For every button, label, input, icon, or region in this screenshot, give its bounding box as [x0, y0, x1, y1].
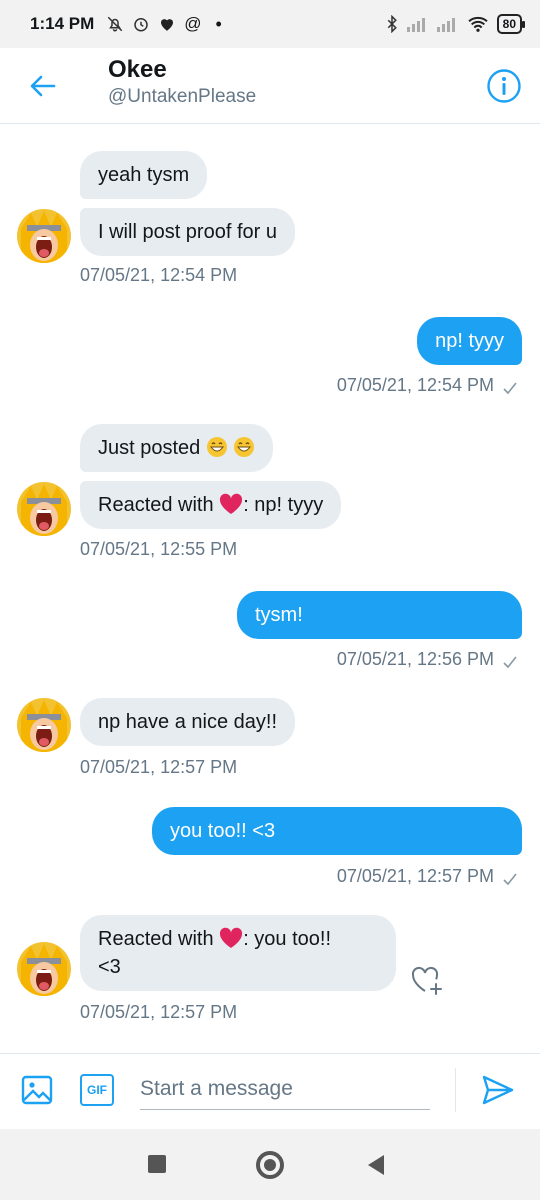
reaction-prefix: Reacted with	[98, 928, 214, 950]
grinning-emoji-icon	[206, 437, 227, 457]
message-bubble-incoming[interactable]: np have a nice day!!	[80, 698, 296, 746]
message-bubble-outgoing[interactable]: you too!! <3	[152, 807, 522, 855]
gif-button[interactable]: GIF	[80, 1074, 114, 1106]
reaction-prefix: Reacted with	[98, 494, 214, 516]
message-text: tysm!	[255, 604, 303, 626]
status-bar: 1:14 PM @ • 80	[0, 0, 540, 48]
add-reaction-icon[interactable]	[410, 963, 444, 997]
message-timestamp: 07/05/21, 12:56 PM	[336, 649, 494, 669]
message-timestamp: 07/05/21, 12:57 PM	[336, 866, 494, 886]
recents-button[interactable]	[148, 1155, 166, 1173]
reaction-bubble[interactable]: Reacted with : you too!! <3	[80, 915, 396, 991]
message-bubble-incoming[interactable]: I will post proof for u	[80, 208, 295, 256]
red-heart-icon	[220, 493, 243, 514]
mute-icon	[107, 16, 123, 32]
message-text: np! tyyy	[435, 330, 504, 352]
red-heart-icon	[220, 927, 243, 948]
message-timestamp: 07/05/21, 12:57 PM	[80, 757, 238, 777]
reaction-line2: <3	[98, 956, 121, 978]
bluetooth-icon	[387, 15, 397, 33]
grinning-emoji-icon	[234, 437, 255, 457]
message-list: yeah tysm I will post proof for u 07/05/…	[0, 125, 540, 1053]
wifi-icon	[467, 16, 488, 32]
avatar[interactable]	[17, 482, 71, 536]
avatar[interactable]	[17, 942, 71, 996]
conversation-title[interactable]: Okee	[108, 56, 167, 84]
at-icon: @	[184, 14, 202, 33]
message-bubble-incoming[interactable]: yeah tysm	[80, 151, 208, 199]
status-time: 1:14 PM	[30, 14, 95, 33]
signal-icon	[406, 18, 425, 32]
back-button[interactable]	[22, 66, 62, 106]
reaction-suffix: : you too!!	[243, 928, 332, 950]
back-arrow-icon	[30, 75, 56, 97]
battery-icon: 80	[496, 14, 526, 34]
message-bubble-incoming[interactable]: Just posted	[80, 424, 274, 472]
system-nav-bar	[0, 1129, 540, 1200]
message-text: yeah tysm	[98, 164, 190, 186]
conversation-handle[interactable]: @UntakenPlease	[108, 86, 256, 108]
signal-icon	[436, 18, 455, 32]
message-text: I will post proof for u	[98, 221, 277, 243]
alarm-icon	[134, 18, 148, 32]
info-icon[interactable]	[486, 68, 522, 104]
sent-check-icon	[503, 656, 517, 669]
message-input[interactable]	[140, 1068, 430, 1110]
conversation-header: Okee @UntakenPlease	[0, 48, 540, 124]
notification-dot: •	[215, 13, 222, 34]
message-timestamp: 07/05/21, 12:54 PM	[336, 375, 494, 395]
system-back-button[interactable]	[368, 1155, 384, 1175]
avatar[interactable]	[17, 209, 71, 263]
sent-check-icon	[503, 382, 517, 395]
message-text: np have a nice day!!	[98, 711, 278, 733]
composer-divider	[455, 1068, 456, 1112]
home-button[interactable]	[256, 1151, 284, 1179]
avatar[interactable]	[17, 698, 71, 752]
message-timestamp: 07/05/21, 12:55 PM	[80, 539, 238, 559]
reaction-suffix: : np! tyyy	[243, 494, 324, 516]
reaction-bubble[interactable]: Reacted with : np! tyyy	[80, 481, 342, 529]
sent-check-icon	[503, 873, 517, 886]
image-icon[interactable]	[20, 1073, 54, 1107]
heart-icon	[161, 19, 174, 31]
message-bubble-outgoing[interactable]: tysm!	[237, 591, 522, 639]
message-timestamp: 07/05/21, 12:54 PM	[80, 265, 238, 285]
send-icon[interactable]	[480, 1072, 516, 1108]
message-bubble-outgoing[interactable]: np! tyyy	[417, 317, 522, 365]
message-composer: GIF	[0, 1053, 540, 1129]
message-text: Just posted	[98, 437, 201, 459]
message-timestamp: 07/05/21, 12:57 PM	[80, 1002, 238, 1022]
message-text: you too!! <3	[170, 820, 276, 842]
